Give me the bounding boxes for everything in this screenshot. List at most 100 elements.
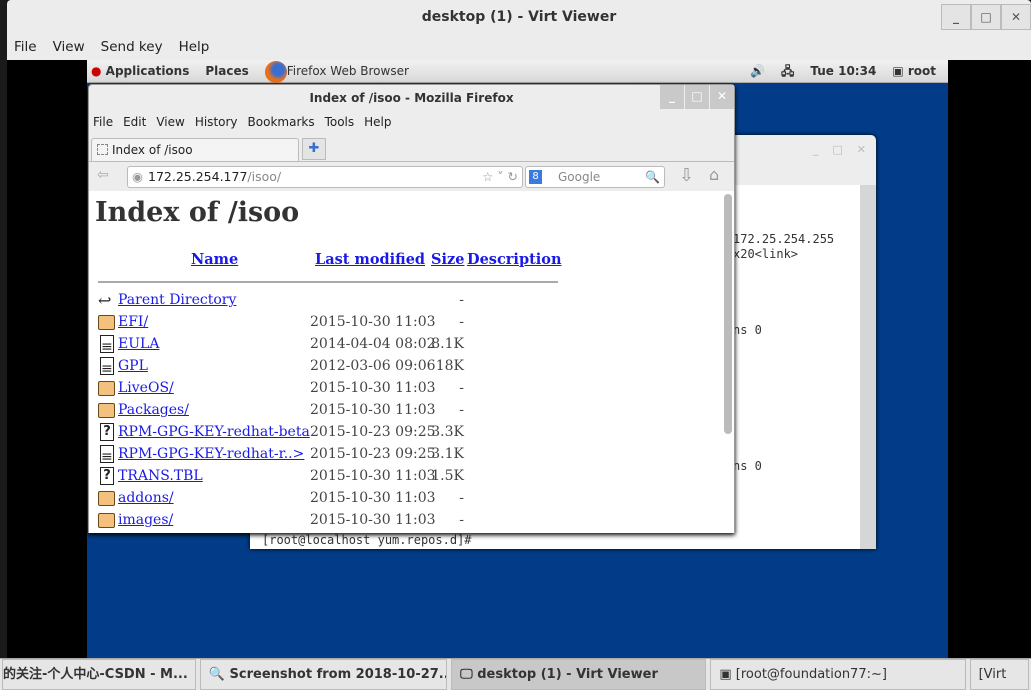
file-link[interactable]: images/: [118, 509, 173, 531]
table-row: ? TRANS.TBL 2015-10-30 11:03 1.5K: [98, 465, 568, 487]
ff-close-button[interactable]: ✕: [709, 85, 734, 109]
ff-menu-history[interactable]: History: [195, 115, 238, 129]
last-modified: 2015-10-30 11:03: [310, 468, 436, 484]
file-link[interactable]: RPM-GPG-KEY-redhat-beta: [118, 421, 310, 443]
terminal-line: x20<link>: [733, 247, 799, 261]
close-button[interactable]: ✕: [1001, 4, 1031, 30]
column-name[interactable]: Name: [191, 251, 238, 268]
viewer-menubar: File View Send key Help: [7, 35, 1031, 60]
guest-desktop[interactable]: ● Applications Places Firefox Web Browser …: [87, 60, 948, 658]
ff-minimize-button[interactable]: _: [659, 85, 684, 109]
file-link[interactable]: Packages/: [118, 399, 189, 421]
home-icon[interactable]: ⌂: [709, 165, 719, 184]
page-heading: Index of /isoo: [95, 197, 300, 228]
ff-maximize-button[interactable]: □: [684, 85, 709, 109]
ff-menu-help[interactable]: Help: [364, 115, 391, 129]
ff-menu-tools[interactable]: Tools: [325, 115, 355, 129]
minimize-button[interactable]: _: [941, 4, 971, 30]
clock[interactable]: Tue 10:34: [810, 60, 876, 83]
taskbar-item-csdn[interactable]: 的关注-个人中心-CSDN - M...: [2, 659, 196, 690]
navigation-toolbar: ⇦ ◉ 172.25.254.177/isoo/ ☆ ˅ ↻ 8 Google 🔍 ⇩…: [89, 161, 734, 191]
menu-send-key[interactable]: Send key: [101, 35, 163, 60]
last-modified: 2015-10-23 09:25: [310, 446, 436, 462]
google-engine-icon[interactable]: 8: [529, 170, 542, 184]
url-bar[interactable]: ◉ 172.25.254.177/isoo/ ☆ ˅ ↻: [127, 166, 523, 188]
terminal-maximize-icon[interactable]: □: [832, 143, 842, 156]
table-row: Packages/ 2015-10-30 11:03 -: [98, 399, 568, 421]
user-icon: ▣: [892, 64, 904, 78]
file-link[interactable]: EULA: [118, 333, 159, 355]
table-row: addons/ 2015-10-30 11:03 -: [98, 487, 568, 509]
size: 3.3K: [431, 424, 464, 440]
screenshot-icon: 🔍: [208, 667, 226, 682]
last-modified: 2015-10-30 11:03: [310, 490, 436, 506]
folder-icon: [98, 491, 115, 506]
column-description[interactable]: Description: [467, 251, 562, 268]
file-link[interactable]: RPM-GPG-KEY-redhat-r..>: [118, 443, 304, 465]
last-modified: 2015-10-30 11:03: [310, 512, 436, 528]
bookmark-star-reload-icons[interactable]: ☆ ˅ ↻: [482, 167, 518, 187]
taskbar-item-virt-viewer[interactable]: 🖵 desktop (1) - Virt Viewer: [451, 659, 707, 690]
unknown-icon: ?: [100, 467, 114, 485]
menu-file[interactable]: File: [14, 35, 37, 60]
network-icon[interactable]: 🖧: [781, 60, 794, 83]
file-link[interactable]: addons/: [118, 487, 174, 509]
taskbar-item-virt[interactable]: [Virt: [969, 659, 1030, 690]
tab-index-of-isoo[interactable]: Index of /isoo: [91, 138, 299, 161]
table-row: LiveOS/ 2015-10-30 11:03 -: [98, 377, 568, 399]
file-link[interactable]: EFI/: [118, 311, 148, 333]
column-last-modified[interactable]: Last modified: [315, 251, 425, 268]
file-link[interactable]: LiveOS/: [118, 377, 174, 399]
download-icon[interactable]: ⇩: [679, 165, 694, 186]
size: 1.5K: [431, 468, 464, 484]
column-size[interactable]: Size: [431, 251, 464, 268]
favicon-placeholder-icon: [97, 144, 108, 155]
terminal-prompt: [root@localhost yum.repos.d]#: [262, 533, 479, 547]
volume-icon[interactable]: 🔊: [750, 60, 765, 83]
new-tab-button[interactable]: ✚: [302, 138, 326, 160]
taskbar-item-terminal[interactable]: ▣ [root@foundation77:~]: [710, 659, 966, 690]
table-row: EFI/ 2015-10-30 11:03 -: [98, 311, 568, 333]
menu-view[interactable]: View: [53, 35, 85, 60]
file-link[interactable]: Parent Directory: [118, 289, 236, 311]
last-modified: 2012-03-06 09:06: [310, 358, 436, 374]
firefox-launcher[interactable]: Firefox Web Browser: [264, 60, 409, 83]
search-icon[interactable]: 🔍: [645, 167, 660, 187]
size: 3.1K: [431, 446, 464, 462]
firefox-menubar: File Edit View History Bookmarks Tools Help: [93, 115, 392, 129]
ff-menu-edit[interactable]: Edit: [123, 115, 146, 129]
applications-menu[interactable]: ● Applications: [91, 60, 189, 83]
file-icon: ≡: [100, 335, 114, 355]
file-link[interactable]: GPL: [118, 355, 148, 377]
terminal-minimize-icon[interactable]: _: [813, 143, 819, 156]
last-modified: 2015-10-30 11:03: [310, 402, 436, 418]
gnome-top-panel: ● Applications Places Firefox Web Browser …: [87, 60, 948, 83]
terminal-line: 172.25.254.255: [733, 232, 835, 246]
search-box[interactable]: 8 Google 🔍: [525, 166, 665, 188]
ff-menu-view[interactable]: View: [156, 115, 184, 129]
terminal-close-icon[interactable]: ✕: [857, 143, 866, 156]
firefox-icon: [264, 60, 287, 83]
file-link[interactable]: TRANS.TBL: [118, 465, 203, 487]
last-modified: 2015-10-23 09:25: [310, 424, 436, 440]
folder-icon: [98, 381, 115, 396]
maximize-button[interactable]: □: [971, 4, 1001, 30]
page-scrollbar[interactable]: [724, 194, 732, 434]
user-menu[interactable]: ▣ root: [892, 60, 936, 83]
taskbar: 的关注-个人中心-CSDN - M... 🔍 Screenshot from 2…: [0, 658, 1031, 690]
taskbar-item-screenshot[interactable]: 🔍 Screenshot from 2018-10-27...: [199, 659, 448, 690]
ff-menu-bookmarks[interactable]: Bookmarks: [248, 115, 315, 129]
firefox-window[interactable]: Index of /isoo - Mozilla Firefox _ □ ✕ Fil…: [88, 84, 735, 533]
ff-menu-file[interactable]: File: [93, 115, 113, 129]
places-menu[interactable]: Places: [205, 60, 248, 83]
table-row: ≡ GPL 2012-03-06 09:06 18K: [98, 355, 568, 377]
size: 8.1K: [431, 336, 464, 352]
size: 18K: [435, 358, 464, 374]
menu-help[interactable]: Help: [179, 35, 210, 60]
back-arrow-icon[interactable]: ⇦: [97, 167, 109, 183]
page-content: Index of /isoo Name Last modified Size D…: [89, 191, 734, 533]
terminal-scrollbar[interactable]: [860, 185, 876, 549]
last-modified: 2015-10-30 11:03: [310, 314, 436, 330]
table-row: ? RPM-GPG-KEY-redhat-beta 2015-10-23 09:…: [98, 421, 568, 443]
table-row: ≡ RPM-GPG-KEY-redhat-r..> 2015-10-23 09:…: [98, 443, 568, 465]
